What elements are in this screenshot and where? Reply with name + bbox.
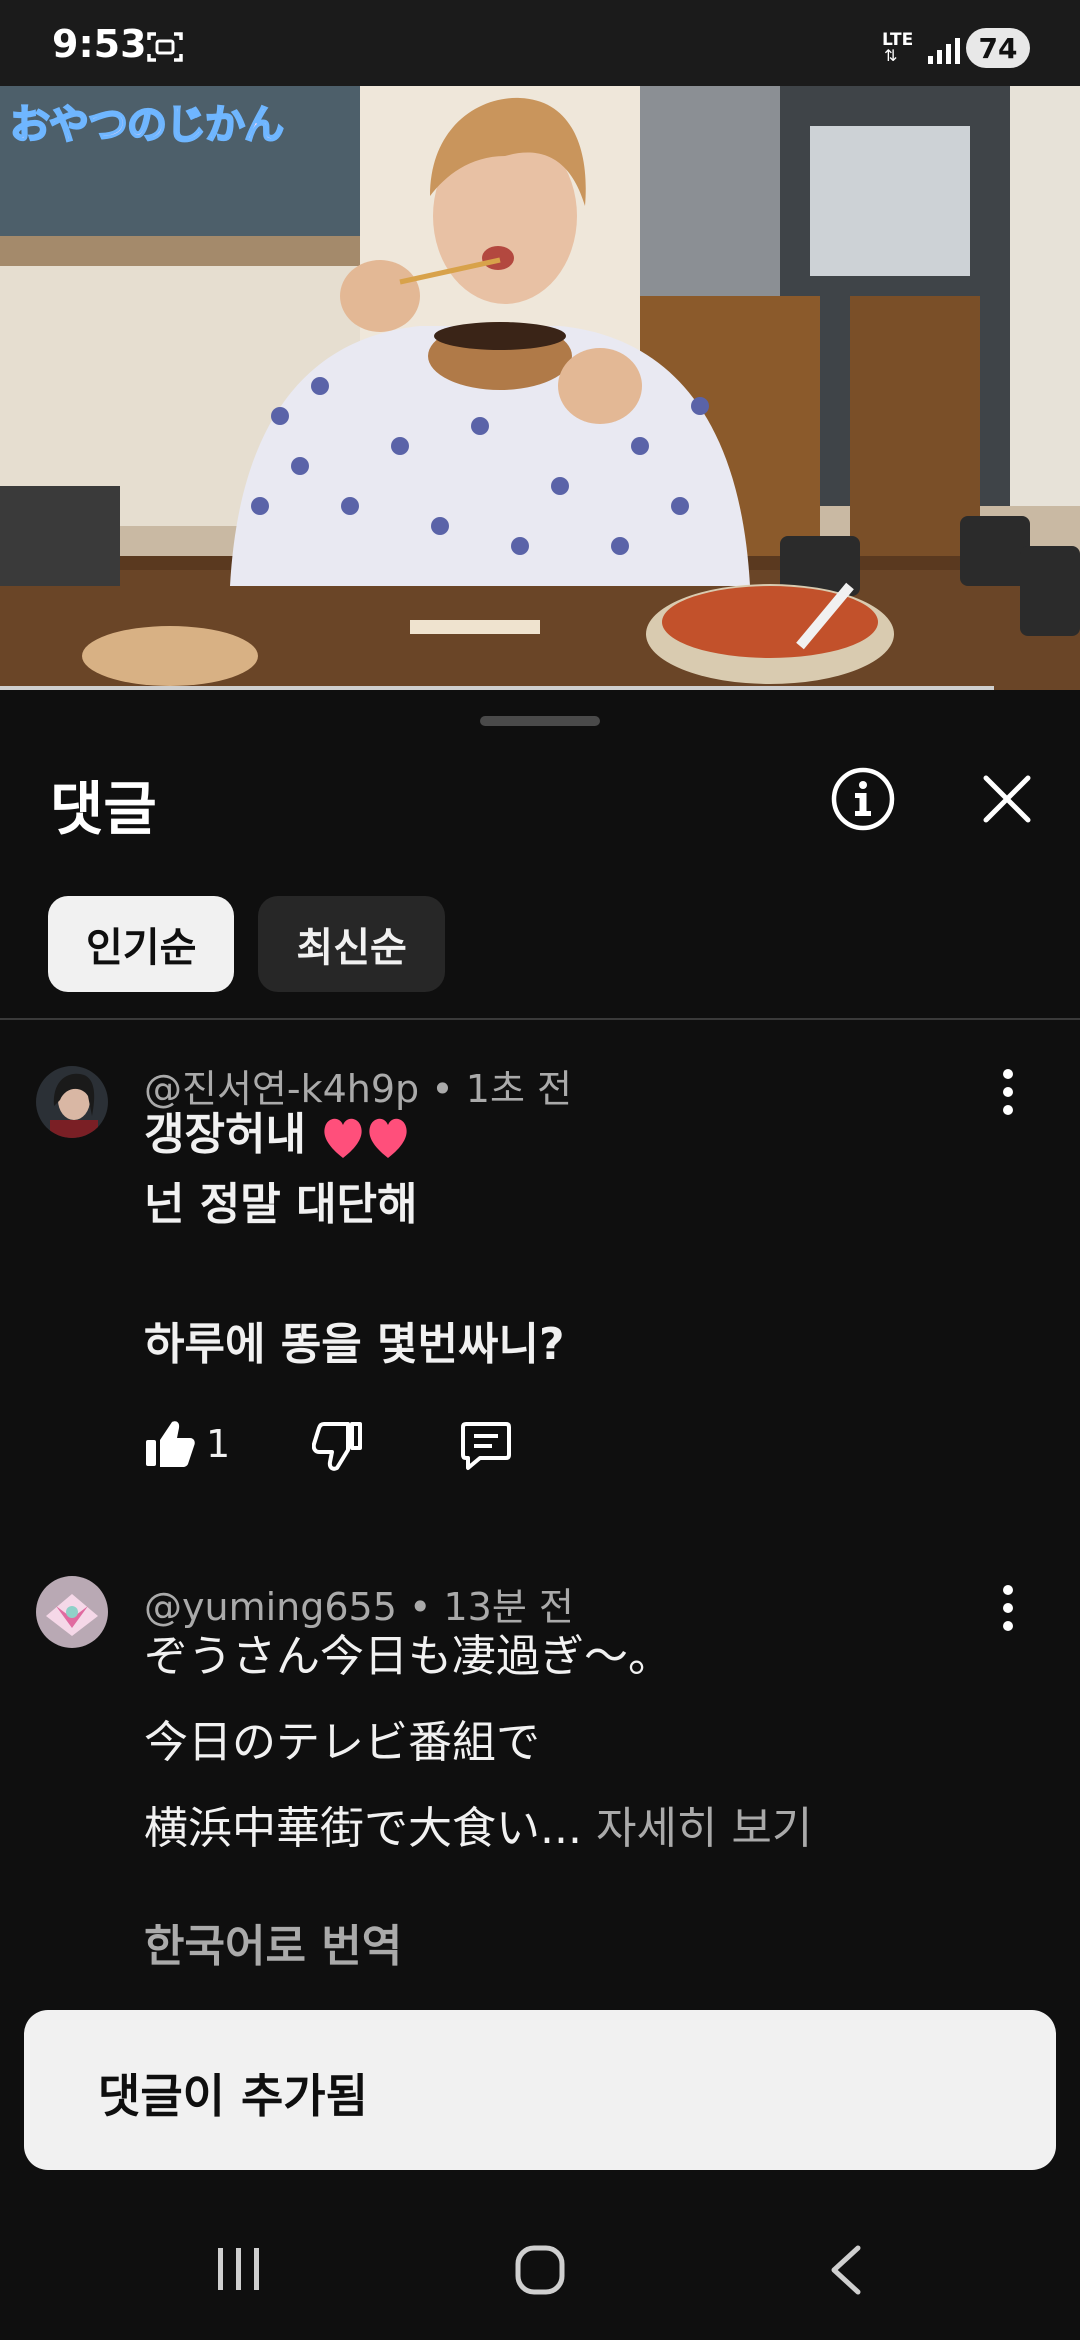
meta-separator: • [431,1067,466,1111]
sheet-drag-handle[interactable] [480,716,600,726]
thumb-up-icon[interactable] [144,1418,196,1470]
video-frame [0,86,1080,690]
phone-screen: 9:53 LTE ⇅ 74 おやつのじかん 댓글 인기순 최신순 @진서연-k4… [0,0,1080,2340]
comment-line: 하루에 똥을 몇번싸니? [144,1319,565,1370]
read-more-link[interactable]: 자세히 보기 [596,1803,812,1854]
battery-indicator: 74 [966,28,1030,68]
info-icon[interactable] [830,766,896,832]
system-nav-bar [0,2200,1080,2340]
home-icon[interactable] [514,2244,566,2296]
thumb-down-icon[interactable] [312,1420,364,1472]
chip-popular[interactable]: 인기순 [48,896,235,992]
heart-emoji-icon [324,1118,407,1158]
status-bar: 9:53 LTE ⇅ 74 [0,0,1080,86]
video-overlay-title: おやつのじかん [9,101,285,149]
comment-line: 横浜中華街で大食い... 자세히 보기 [144,1803,813,1854]
sort-chips: 인기순 최신순 [48,896,445,992]
chip-newest[interactable]: 최신순 [258,896,445,992]
video-player[interactable]: おやつのじかん [0,86,1080,690]
comment-line: 갱장허내 [144,1100,411,1170]
recent-apps-icon[interactable] [214,2244,264,2294]
divider [0,1018,1080,1020]
avatar[interactable] [36,1576,108,1648]
translate-link[interactable]: 한국어로 번역 [144,1910,402,1974]
avatar-image [36,1576,108,1648]
signal-icon [928,38,960,64]
comment-line: 넌 정말 대단해 [144,1179,418,1230]
more-vert-icon[interactable] [996,1066,1020,1118]
like-count: 1 [206,1422,231,1466]
back-icon[interactable] [826,2244,866,2296]
lte-indicator: LTE ⇅ [882,30,914,65]
avatar-image [36,1066,108,1138]
close-icon[interactable] [980,772,1034,826]
toast-message: 댓글이 추가됨 [98,2069,368,2123]
more-vert-icon[interactable] [996,1582,1020,1634]
toast-snackbar: 댓글이 추가됨 [24,2010,1056,2170]
screenshot-icon [147,32,183,62]
comment-line: ぞうさん今日も凄過ぎ〜。 [144,1631,672,1682]
avatar[interactable] [36,1066,108,1138]
data-arrows-icon: ⇅ [884,46,898,65]
comment-line: 今日のテレビ番組で [144,1717,540,1768]
comment-time: 1초 전 [465,1067,572,1111]
status-time: 9:53 [52,22,147,66]
reply-icon[interactable] [460,1420,512,1472]
comments-title: 댓글 [50,775,157,843]
